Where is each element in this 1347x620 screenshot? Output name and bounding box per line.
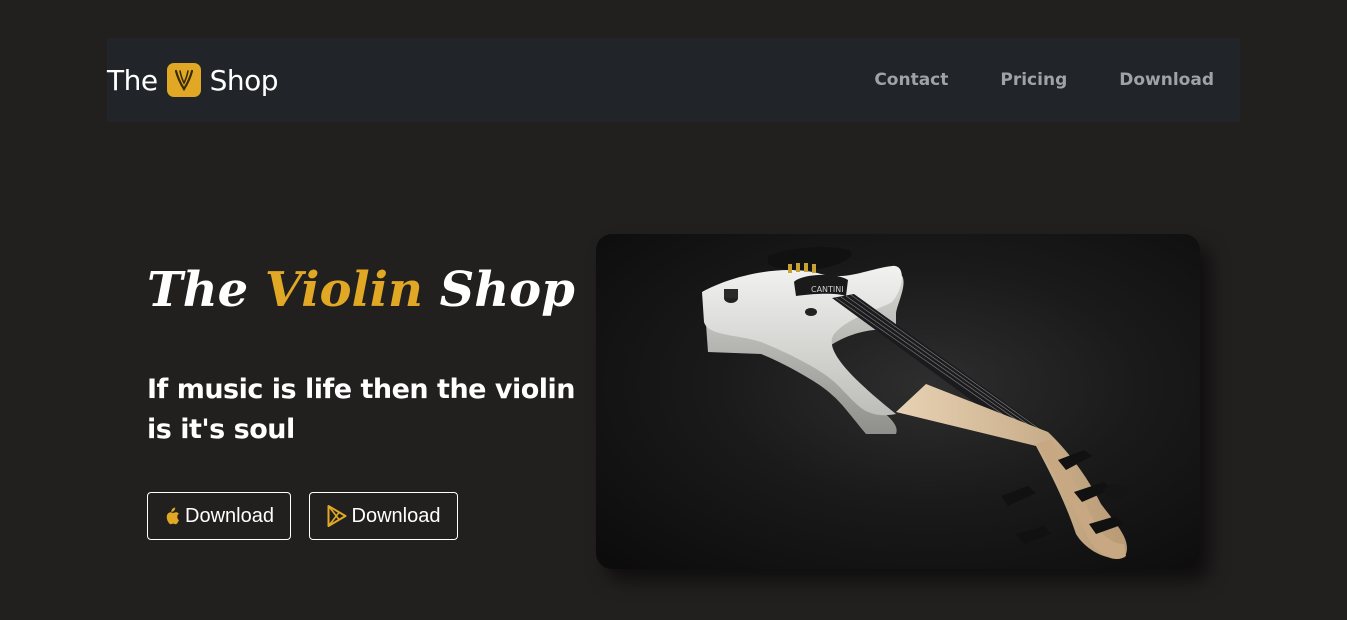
brand[interactable]: The Shop (107, 63, 279, 97)
brand-suffix: Shop (209, 63, 279, 97)
hero-title: The Violin Shop (147, 262, 575, 318)
navbar: The Shop Contact Pricing Download (107, 38, 1240, 122)
nav-link-pricing[interactable]: Pricing (1000, 70, 1067, 90)
page: The Shop Contact Pricing Download The Vi… (0, 0, 1347, 620)
nav-link-contact[interactable]: Contact (874, 70, 948, 90)
violin-brand-label: CANTINI (811, 285, 844, 294)
apple-icon (164, 507, 180, 525)
download-google-play-label: Download (351, 504, 441, 527)
download-google-play-button[interactable]: Download (309, 492, 458, 540)
google-play-icon (327, 505, 347, 527)
violin-logo-icon (166, 63, 201, 97)
hero-title-word-the: The (147, 262, 249, 318)
brand-prefix: The (107, 63, 158, 97)
hero-title-word-violin: Violin (264, 262, 423, 318)
download-app-store-label: Download (185, 504, 274, 527)
download-app-store-button[interactable]: Download (147, 492, 291, 540)
hero-subtitle: If music is life then the violin is it's… (147, 374, 576, 445)
hero-violin-image: CANTINI (596, 234, 1200, 569)
hero-title-word-shop: Shop (439, 262, 575, 318)
nav-links: Contact Pricing Download (822, 70, 1214, 90)
nav-link-download[interactable]: Download (1119, 70, 1214, 90)
